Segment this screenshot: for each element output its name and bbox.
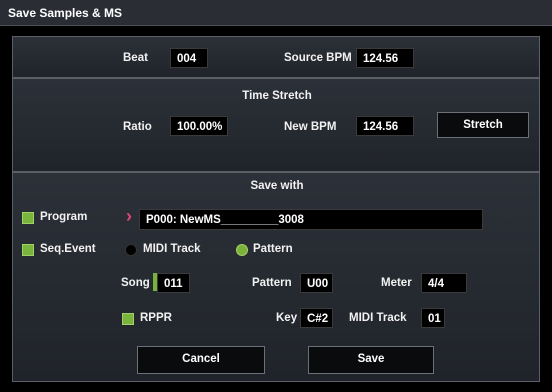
key-field[interactable]: C#2 [300, 308, 333, 328]
ratio-field[interactable]: 100.00% [170, 116, 228, 136]
midi-track-option-label: MIDI Track [143, 243, 201, 255]
dialog-title: Save Samples & MS [0, 0, 552, 26]
beat-label: Beat [123, 52, 148, 64]
beat-field[interactable]: 004 [170, 48, 208, 68]
pattern-field[interactable]: U00 [300, 273, 333, 293]
program-checkbox[interactable] [22, 212, 34, 224]
pattern-label: Pattern [252, 277, 292, 289]
program-name-field[interactable]: P000: NewMS_________3008 [139, 209, 483, 230]
ratio-label: Ratio [123, 121, 152, 133]
save-with-panel: Save with Program › P000: NewMS_________… [12, 172, 540, 382]
rppr-checkbox[interactable] [122, 313, 134, 325]
time-stretch-heading: Time Stretch [242, 90, 312, 102]
time-stretch-panel: Time Stretch Ratio 100.00% New BPM 124.5… [12, 78, 540, 172]
seq-event-label: Seq.Event [40, 243, 96, 255]
new-bpm-field[interactable]: 124.56 [356, 116, 414, 136]
source-bpm-field[interactable]: 124.56 [356, 48, 414, 68]
pattern-radio[interactable] [236, 244, 248, 256]
program-select-arrow-icon[interactable]: › [126, 206, 132, 227]
midi-track-label: MIDI Track [349, 312, 407, 324]
rppr-label: RPPR [140, 312, 172, 324]
key-label: Key [276, 312, 298, 324]
cancel-button[interactable]: Cancel [137, 346, 265, 374]
seq-event-checkbox[interactable] [22, 244, 34, 256]
midi-track-field[interactable]: 01 [421, 308, 445, 328]
stretch-button[interactable]: Stretch [437, 112, 529, 138]
source-bpm-label: Source BPM [284, 52, 352, 64]
midi-track-radio[interactable] [125, 244, 137, 256]
meter-label: Meter [381, 277, 412, 289]
save-samples-dialog: Save Samples & MS Beat 004 Source BPM 12… [0, 0, 552, 392]
save-button[interactable]: Save [308, 346, 434, 374]
save-with-heading: Save with [250, 180, 304, 192]
pattern-option-label: Pattern [253, 243, 293, 255]
song-field[interactable]: 011 [157, 273, 190, 293]
meter-field[interactable]: 4/4 [421, 273, 467, 293]
beat-bpm-panel: Beat 004 Source BPM 124.56 [12, 36, 540, 78]
new-bpm-label: New BPM [284, 121, 337, 133]
song-label: Song [121, 277, 150, 289]
program-label: Program [40, 211, 88, 223]
